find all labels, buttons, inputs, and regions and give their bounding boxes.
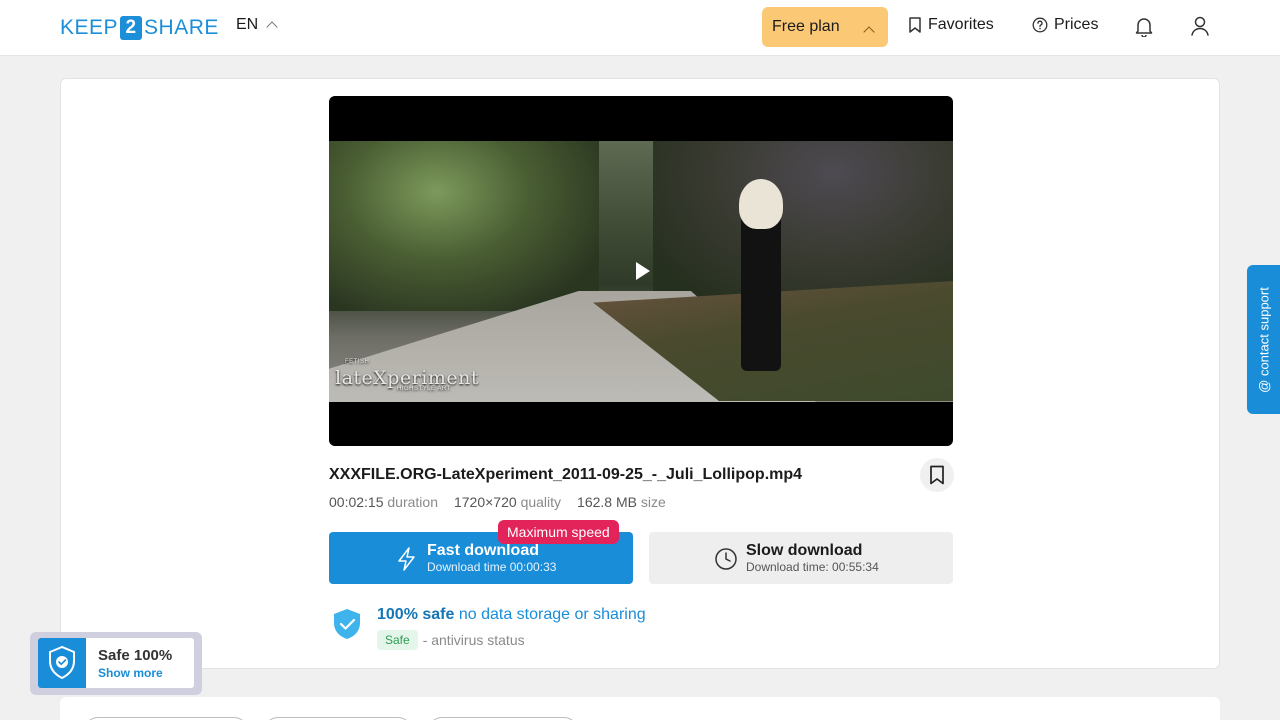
bookmark-icon [930, 465, 944, 485]
logo-text-left: KEEP [60, 16, 119, 39]
shield-check-icon [38, 638, 86, 688]
language-selector[interactable]: EN [236, 16, 278, 34]
logo-number: 2 [120, 16, 143, 40]
chevron-up-icon [863, 26, 875, 38]
watermark-small: FETISH [345, 359, 370, 365]
add-favorite-button[interactable] [920, 458, 954, 492]
prices-label: Prices [1054, 16, 1099, 33]
fast-download-time: Download time 00:00:33 [427, 560, 557, 574]
logo-text-right: SHARE [144, 16, 219, 39]
quality-value: 1720×720 [453, 494, 517, 510]
file-meta: 00:02:15 duration 1720×720 quality 162.8… [329, 494, 666, 510]
size-label: size [640, 494, 666, 510]
user-icon [1191, 16, 1209, 36]
nav-prices[interactable]: Prices [1032, 16, 1098, 34]
slow-download-button[interactable]: Slow download Download time: 00:55:34 [649, 532, 953, 584]
show-more-link[interactable]: Show more [98, 666, 172, 680]
meta-size: 162.8 MB size [577, 494, 666, 510]
notifications-button[interactable] [1132, 14, 1156, 38]
safety-info: 100% safe no data storage or sharing Saf… [329, 606, 646, 650]
size-value: 162.8 MB [577, 494, 637, 510]
thumbnail-trees-right [653, 141, 953, 301]
lightning-icon [398, 547, 415, 571]
contact-support-tab[interactable]: @ contact support [1247, 265, 1280, 414]
meta-duration: 00:02:15 duration [329, 494, 438, 510]
chevron-up-icon [266, 21, 278, 33]
safety-bold: 100% safe [377, 606, 455, 623]
bookmark-icon [909, 17, 921, 33]
nav-favorites[interactable]: Favorites [908, 16, 994, 34]
duration-value: 00:02:15 [329, 494, 384, 510]
file-card: FETISH lateXperiment HIGHSTYLE ART XXXFI… [60, 78, 1220, 669]
top-header: KEEP 2 SHARE EN Free plan Favorites Prices [0, 0, 1280, 56]
bottom-card [60, 697, 1220, 720]
thumbnail-trees-left [329, 141, 599, 311]
antivirus-text: - antivirus status [422, 632, 525, 648]
play-icon[interactable] [636, 262, 650, 280]
slow-download-time: Download time: 00:55:34 [746, 560, 879, 574]
plan-button[interactable]: Free plan [762, 7, 888, 47]
file-name: XXXFILE.ORG-LateXperiment_2011-09-25_-_J… [329, 466, 803, 483]
quality-label: quality [520, 494, 562, 510]
favorites-label: Favorites [928, 16, 994, 33]
language-label: EN [236, 16, 259, 33]
video-watermark: FETISH lateXperiment HIGHSTYLE ART [335, 359, 479, 392]
safe-widget-title: Safe 100% [98, 646, 173, 664]
max-speed-badge: Maximum speed [498, 520, 619, 544]
safety-rest: no data storage or sharing [458, 606, 646, 623]
contact-support-label: @ contact support [1256, 286, 1271, 393]
slow-download-title: Slow download [746, 542, 863, 559]
video-player[interactable]: FETISH lateXperiment HIGHSTYLE ART [329, 96, 953, 446]
antivirus-status: Safe - antivirus status [377, 630, 646, 650]
duration-label: duration [387, 494, 438, 510]
safety-statement: 100% safe no data storage or sharing [377, 606, 646, 624]
clock-icon [715, 548, 737, 570]
help-circle-icon [1032, 17, 1048, 33]
meta-quality: 1720×720 quality [454, 494, 561, 510]
account-button[interactable] [1188, 14, 1212, 38]
safe-widget[interactable]: Safe 100% Show more [30, 632, 202, 695]
site-logo[interactable]: KEEP 2 SHARE [60, 15, 219, 41]
bell-icon [1135, 18, 1153, 37]
plan-label: Free plan [772, 18, 840, 35]
shield-check-icon [334, 609, 360, 639]
thumbnail-hair [739, 179, 783, 229]
antivirus-pill: Safe [377, 630, 418, 650]
